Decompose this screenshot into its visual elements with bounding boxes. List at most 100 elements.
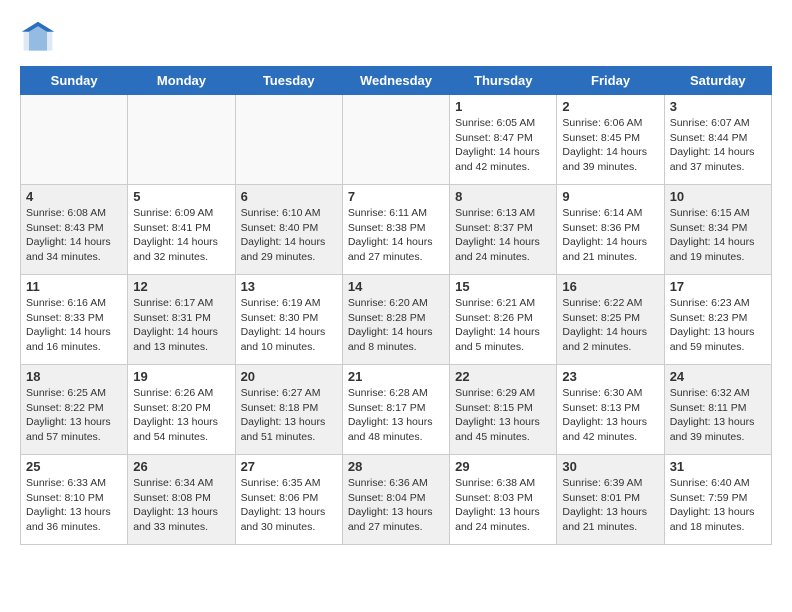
calendar-cell	[342, 95, 449, 185]
day-number: 4	[26, 189, 122, 204]
day-info: Sunrise: 6:20 AM Sunset: 8:28 PM Dayligh…	[348, 296, 444, 355]
day-info: Sunrise: 6:10 AM Sunset: 8:40 PM Dayligh…	[241, 206, 337, 265]
day-info: Sunrise: 6:36 AM Sunset: 8:04 PM Dayligh…	[348, 476, 444, 535]
calendar-cell: 12Sunrise: 6:17 AM Sunset: 8:31 PM Dayli…	[128, 275, 235, 365]
calendar-cell: 10 Sunrise: 6:15 AM Sunset: 8:34 PM Dayli…	[664, 185, 771, 275]
day-info: Sunrise: 6:39 AM Sunset: 8:01 PM Dayligh…	[562, 476, 658, 535]
day-info: Sunrise: 6:29 AM Sunset: 8:15 PM Dayligh…	[455, 386, 551, 445]
day-number: 19	[133, 369, 229, 384]
day-number: 28	[348, 459, 444, 474]
day-number: 27	[241, 459, 337, 474]
day-info: Sunrise: 6:30 AM Sunset: 8:13 PM Dayligh…	[562, 386, 658, 445]
day-header-sunday: Sunday	[21, 67, 128, 95]
day-header-monday: Monday	[128, 67, 235, 95]
calendar-cell: 29 Sunrise: 6:38 AM Sunset: 8:03 PM Dayli…	[450, 455, 557, 545]
day-info: Sunrise: 6:06 AM Sunset: 8:45 PM Dayligh…	[562, 116, 658, 175]
day-number: 11	[26, 279, 122, 294]
calendar-cell: 18 Sunrise: 6:25 AM Sunset: 8:22 PM Dayli…	[21, 365, 128, 455]
day-header-saturday: Saturday	[664, 67, 771, 95]
day-number: 26	[133, 459, 229, 474]
day-number: 8	[455, 189, 551, 204]
calendar-cell: 2 Sunrise: 6:06 AM Sunset: 8:45 PM Daylig…	[557, 95, 664, 185]
day-number: 30	[562, 459, 658, 474]
calendar-week-4: 18 Sunrise: 6:25 AM Sunset: 8:22 PM Dayli…	[21, 365, 772, 455]
calendar-cell: 20Sunrise: 6:27 AM Sunset: 8:18 PM Dayli…	[235, 365, 342, 455]
day-number: 22	[455, 369, 551, 384]
calendar-cell	[235, 95, 342, 185]
day-info: Sunrise: 6:14 AM Sunset: 8:36 PM Dayligh…	[562, 206, 658, 265]
calendar-cell: 19 Sunrise: 6:26 AM Sunset: 8:20 PM Dayli…	[128, 365, 235, 455]
calendar-cell: 11 Sunrise: 6:16 AM Sunset: 8:33 PM Dayli…	[21, 275, 128, 365]
calendar-cell: 21 Sunrise: 6:28 AM Sunset: 8:17 PM Dayli…	[342, 365, 449, 455]
day-number: 2	[562, 99, 658, 114]
day-info: Sunrise: 6:09 AM Sunset: 8:41 PM Dayligh…	[133, 206, 229, 265]
day-info: Sunrise: 6:07 AM Sunset: 8:44 PM Dayligh…	[670, 116, 766, 175]
calendar-week-1: 1 Sunrise: 6:05 AM Sunset: 8:47 PM Daylig…	[21, 95, 772, 185]
day-info: Sunrise: 6:22 AM Sunset: 8:25 PM Dayligh…	[562, 296, 658, 355]
day-info: Sunrise: 6:40 AM Sunset: 7:59 PM Dayligh…	[670, 476, 766, 535]
calendar-week-2: 4Sunrise: 6:08 AM Sunset: 8:43 PM Daylig…	[21, 185, 772, 275]
calendar-cell: 25 Sunrise: 6:33 AM Sunset: 8:10 PM Dayli…	[21, 455, 128, 545]
calendar-week-3: 11 Sunrise: 6:16 AM Sunset: 8:33 PM Dayli…	[21, 275, 772, 365]
day-number: 3	[670, 99, 766, 114]
day-number: 1	[455, 99, 551, 114]
calendar-cell: 13 Sunrise: 6:19 AM Sunset: 8:30 PM Dayli…	[235, 275, 342, 365]
calendar-cell	[128, 95, 235, 185]
logo	[20, 20, 62, 56]
logo-icon	[20, 20, 56, 56]
calendar-cell: 16Sunrise: 6:22 AM Sunset: 8:25 PM Dayli…	[557, 275, 664, 365]
day-number: 13	[241, 279, 337, 294]
day-info: Sunrise: 6:34 AM Sunset: 8:08 PM Dayligh…	[133, 476, 229, 535]
day-number: 5	[133, 189, 229, 204]
calendar-cell: 30 Sunrise: 6:39 AM Sunset: 8:01 PM Dayli…	[557, 455, 664, 545]
day-number: 9	[562, 189, 658, 204]
calendar-table: SundayMondayTuesdayWednesdayThursdayFrid…	[20, 66, 772, 545]
page-header	[20, 20, 772, 56]
day-info: Sunrise: 6:11 AM Sunset: 8:38 PM Dayligh…	[348, 206, 444, 265]
calendar-cell: 14Sunrise: 6:20 AM Sunset: 8:28 PM Dayli…	[342, 275, 449, 365]
day-number: 23	[562, 369, 658, 384]
day-info: Sunrise: 6:19 AM Sunset: 8:30 PM Dayligh…	[241, 296, 337, 355]
calendar-header-row: SundayMondayTuesdayWednesdayThursdayFrid…	[21, 67, 772, 95]
day-info: Sunrise: 6:17 AM Sunset: 8:31 PM Dayligh…	[133, 296, 229, 355]
calendar-cell: 17Sunrise: 6:23 AM Sunset: 8:23 PM Dayli…	[664, 275, 771, 365]
day-info: Sunrise: 6:05 AM Sunset: 8:47 PM Dayligh…	[455, 116, 551, 175]
day-info: Sunrise: 6:25 AM Sunset: 8:22 PM Dayligh…	[26, 386, 122, 445]
calendar-cell: 27 Sunrise: 6:35 AM Sunset: 8:06 PM Dayli…	[235, 455, 342, 545]
day-info: Sunrise: 6:13 AM Sunset: 8:37 PM Dayligh…	[455, 206, 551, 265]
day-info: Sunrise: 6:15 AM Sunset: 8:34 PM Dayligh…	[670, 206, 766, 265]
calendar-cell: 6Sunrise: 6:10 AM Sunset: 8:40 PM Daylig…	[235, 185, 342, 275]
day-number: 15	[455, 279, 551, 294]
calendar-cell: 5 Sunrise: 6:09 AM Sunset: 8:41 PM Daylig…	[128, 185, 235, 275]
day-info: Sunrise: 6:38 AM Sunset: 8:03 PM Dayligh…	[455, 476, 551, 535]
day-info: Sunrise: 6:35 AM Sunset: 8:06 PM Dayligh…	[241, 476, 337, 535]
day-info: Sunrise: 6:26 AM Sunset: 8:20 PM Dayligh…	[133, 386, 229, 445]
day-number: 10	[670, 189, 766, 204]
day-header-friday: Friday	[557, 67, 664, 95]
day-info: Sunrise: 6:33 AM Sunset: 8:10 PM Dayligh…	[26, 476, 122, 535]
day-info: Sunrise: 6:21 AM Sunset: 8:26 PM Dayligh…	[455, 296, 551, 355]
day-number: 31	[670, 459, 766, 474]
day-info: Sunrise: 6:27 AM Sunset: 8:18 PM Dayligh…	[241, 386, 337, 445]
calendar-cell: 23 Sunrise: 6:30 AM Sunset: 8:13 PM Dayli…	[557, 365, 664, 455]
day-info: Sunrise: 6:32 AM Sunset: 8:11 PM Dayligh…	[670, 386, 766, 445]
day-number: 29	[455, 459, 551, 474]
calendar-cell: 4Sunrise: 6:08 AM Sunset: 8:43 PM Daylig…	[21, 185, 128, 275]
calendar-cell: 31 Sunrise: 6:40 AM Sunset: 7:59 PM Dayli…	[664, 455, 771, 545]
day-info: Sunrise: 6:28 AM Sunset: 8:17 PM Dayligh…	[348, 386, 444, 445]
calendar-cell: 22 Sunrise: 6:29 AM Sunset: 8:15 PM Dayli…	[450, 365, 557, 455]
day-number: 18	[26, 369, 122, 384]
day-number: 25	[26, 459, 122, 474]
day-number: 24	[670, 369, 766, 384]
calendar-cell: 8 Sunrise: 6:13 AM Sunset: 8:37 PM Daylig…	[450, 185, 557, 275]
calendar-cell: 15 Sunrise: 6:21 AM Sunset: 8:26 PM Dayli…	[450, 275, 557, 365]
calendar-cell: 7Sunrise: 6:11 AM Sunset: 8:38 PM Daylig…	[342, 185, 449, 275]
day-header-thursday: Thursday	[450, 67, 557, 95]
day-number: 21	[348, 369, 444, 384]
calendar-cell: 3 Sunrise: 6:07 AM Sunset: 8:44 PM Daylig…	[664, 95, 771, 185]
calendar-cell: 26 Sunrise: 6:34 AM Sunset: 8:08 PM Dayli…	[128, 455, 235, 545]
calendar-cell: 9 Sunrise: 6:14 AM Sunset: 8:36 PM Daylig…	[557, 185, 664, 275]
calendar-cell: 24 Sunrise: 6:32 AM Sunset: 8:11 PM Dayli…	[664, 365, 771, 455]
day-info: Sunrise: 6:23 AM Sunset: 8:23 PM Dayligh…	[670, 296, 766, 355]
day-info: Sunrise: 6:16 AM Sunset: 8:33 PM Dayligh…	[26, 296, 122, 355]
